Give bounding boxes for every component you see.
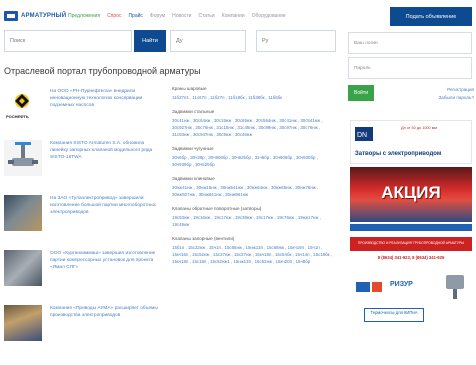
ad-title: Затворы с электроприводом (355, 151, 442, 157)
nav-item-forum[interactable]: Форум (150, 13, 165, 19)
catalog-links[interactable]: 30нж41нж , 30нж15нж , 30нж541нж , 30нж64… (172, 184, 336, 198)
news-link[interactable]: ООО «Курганхиммаш» завершил изготовление… (50, 250, 160, 271)
catalog-links[interactable]: 11б27п1 , 11с67п , 11б27п , 11б18бк , 11… (172, 94, 336, 101)
catalog-heading[interactable]: Клапаны обратные поворотные (затворы) (172, 206, 336, 211)
catalog-links[interactable]: 30с41нж , 30с64нж , 30с15нж , 30с65нж , … (172, 117, 336, 138)
ad-phone: 8 (8634) 341-923, 8 (8634) 341-925 (377, 255, 445, 260)
ad-termo-text: Термочехлы для КИПиА (364, 308, 424, 322)
news-item[interactable]: Компания «Приводы АУМА» расширяет объемы… (4, 305, 162, 345)
nav-item-articles[interactable]: Статьи (198, 13, 214, 19)
ad-promo-text: АКЦИЯ (381, 183, 441, 202)
news-thumbnail (4, 305, 42, 341)
news-thumbnail: РОСНЕФТЬ (4, 88, 42, 124)
ad-banner-valves[interactable]: DN Дн от 50 до 1000 мм Затворы с электро… (350, 120, 472, 164)
ad-banner-termo[interactable]: Термочехлы для КИПиА (350, 305, 472, 325)
find-button[interactable]: Найти (134, 30, 166, 52)
rosneft-logo-icon (15, 94, 29, 108)
logo-text: АРМАТУРНЫЙ (21, 13, 67, 19)
main-nav: Предложения Спрос Прайс Форум Новости Ст… (68, 13, 286, 19)
news-thumbnail (4, 250, 42, 286)
page-title: Отраслевой портал трубопроводной арматур… (4, 66, 201, 76)
valve-logo-icon: DN (355, 127, 373, 141)
ad-strip-text: ПРОИЗВОДСТВО И РЕАЛИЗАЦИЯ ТРУБОПРОВОДНОЙ… (357, 241, 465, 245)
nav-item-price[interactable]: Прайс (128, 13, 142, 19)
news-link[interactable]: Компания «Приводы АУМА» расширяет объемы… (50, 305, 160, 319)
catalog-heading[interactable]: Клапаны запорные (вентили) (172, 236, 336, 241)
news-thumbnail (4, 195, 42, 231)
auth-links: Регистрация Забыли пароль? (420, 86, 474, 102)
login-button[interactable]: Войти (348, 85, 374, 101)
catalog-heading[interactable]: Задвижки стальные (172, 109, 336, 114)
news-thumbnail (4, 140, 42, 176)
forgot-password-link[interactable]: Забыли пароль? (420, 94, 474, 102)
news-item[interactable]: РОСНЕФТЬ На ООО «РН-Пурнефтегаз» внедрил… (4, 88, 162, 132)
nav-item-news[interactable]: Новости (172, 13, 191, 19)
news-item[interactable]: На ЗАО «Тулаэлектропривод» завершили изг… (4, 195, 162, 239)
nav-item-equipment[interactable]: Оборудование (252, 13, 286, 19)
search-bar: Поиск Найти Ду Ру (0, 30, 340, 60)
catalog-heading[interactable]: Краны шаровые (172, 86, 336, 91)
news-link[interactable]: На ООО «РН-Пурнефтегаз» внедрили инновац… (50, 88, 160, 109)
valve-icon (8, 142, 38, 166)
ad-rizur-text: РИЗУР (390, 281, 413, 288)
site-logo[interactable]: АРМАТУРНЫЙ (4, 10, 66, 22)
logo-icon (4, 11, 18, 21)
catalog-links[interactable]: 19с53нж , 19с16нж , 19с17нж , 19с38нж , … (172, 214, 336, 228)
submit-ad-button[interactable]: Подать объявление (390, 7, 472, 26)
catalog-list: Краны шаровые 11б27п1 , 11с67п , 11б27п … (172, 86, 336, 273)
svg-text:DN: DN (357, 132, 367, 139)
news-thumbnail-label: РОСНЕФТЬ (6, 114, 29, 119)
ad-banner-rizur[interactable]: РИЗУР (350, 272, 472, 302)
news-item[interactable]: ООО «Курганхиммаш» завершил изготовление… (4, 250, 162, 294)
rizur-logo-icon (356, 282, 382, 292)
login-input[interactable]: Ваш логин (348, 32, 472, 54)
search-input[interactable]: Поиск (4, 30, 132, 52)
news-link[interactable]: На ЗАО «Тулаэлектропривод» завершили изг… (50, 195, 160, 216)
ad-strip-red[interactable]: ПРОИЗВОДСТВО И РЕАЛИЗАЦИЯ ТРУБОПРОВОДНОЙ… (350, 237, 472, 251)
nav-item-offers[interactable]: Предложения (68, 13, 100, 19)
ad-strip-blue[interactable] (350, 224, 472, 231)
catalog-links[interactable]: 15б1п , 15с22нж , 15ч1п , 15с65нж , 15нж… (172, 244, 336, 265)
ad-small-text: Дн от 50 до 1000 мм (401, 126, 437, 130)
register-link[interactable]: Регистрация (420, 86, 474, 94)
catalog-links[interactable]: 30ч6бр , 30ч39р , 30ч906бр , 30ч925бр , … (172, 154, 336, 168)
dn-input[interactable]: Ду (170, 30, 246, 52)
nav-item-companies[interactable]: Компании (222, 13, 245, 19)
ad-banner-promo[interactable]: АКЦИЯ (350, 167, 472, 222)
pn-input[interactable]: Ру (256, 30, 336, 52)
catalog-heading[interactable]: Задвижки чугунные (172, 146, 336, 151)
site-header: АРМАТУРНЫЙ Предложения Спрос Прайс Форум… (0, 0, 476, 30)
gauge-icon (446, 275, 464, 299)
nav-item-demand[interactable]: Спрос (107, 13, 121, 19)
news-item[interactable]: Компания SISTO Armaturen S.A. обновила л… (4, 140, 162, 184)
catalog-heading[interactable]: Задвижки клиновые (172, 176, 336, 181)
password-input[interactable]: Пароль (348, 57, 472, 79)
news-link[interactable]: Компания SISTO Armaturen S.A. обновила л… (50, 140, 160, 161)
